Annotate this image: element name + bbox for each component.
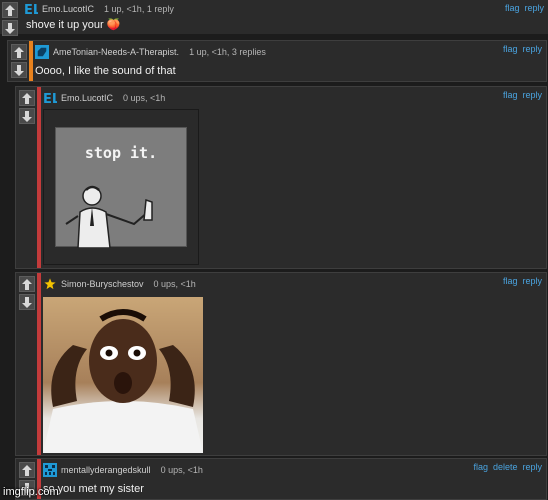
comment-stats: 0 ups, <1h [160, 465, 203, 475]
comment-3: EL Emo.LucotIC 0 ups, <1h stop it. flag … [15, 86, 547, 269]
reply-link[interactable]: reply [522, 462, 542, 472]
arrow-down-icon [22, 110, 32, 122]
comment-meta: EL Emo.LucotIC 1 up, <1h, 1 reply [24, 0, 548, 18]
comment-stats: 0 ups, <1h [123, 93, 166, 103]
imgflip-watermark: imgflip.com [3, 486, 59, 498]
svg-text:EL: EL [24, 3, 38, 16]
shocked-man-figure [43, 309, 203, 453]
comment-username[interactable]: AmeTonian-Needs-A-Therapist. [53, 47, 179, 57]
flag-link[interactable]: flag [503, 44, 518, 54]
stop-it-meme: stop it. [55, 127, 187, 248]
arrow-up-icon [22, 464, 32, 476]
vote-controls [0, 0, 20, 38]
reply-link[interactable]: reply [522, 90, 542, 100]
flag-link[interactable]: flag [503, 276, 518, 286]
upvote-button[interactable] [11, 44, 27, 60]
star-avatar-icon[interactable] [43, 277, 57, 291]
comment-meta: AmeTonian-Needs-A-Therapist. 1 up, <1h, … [35, 43, 546, 61]
thread-bar [29, 41, 33, 81]
downvote-button[interactable] [11, 62, 27, 78]
comment-text: Oooo, I like the sound of that [35, 65, 176, 77]
upvote-button[interactable] [19, 90, 35, 106]
delete-link[interactable]: delete [493, 462, 518, 472]
downvote-button[interactable] [19, 294, 35, 310]
comment-username[interactable]: mentallyderangedskull [61, 465, 151, 475]
reply-link[interactable]: reply [524, 3, 544, 13]
comment-text: shove it up your 🍑 [26, 19, 121, 31]
thread-bar [37, 87, 41, 268]
comment-5: mentallyderangedskull 0 ups, <1h so you … [15, 458, 547, 500]
comment-image[interactable] [43, 297, 203, 453]
comment-meta: mentallyderangedskull 0 ups, <1h [43, 461, 546, 479]
arrow-up-icon [14, 46, 24, 58]
comment-2: AmeTonian-Needs-A-Therapist. 1 up, <1h, … [7, 40, 547, 82]
comment-actions: flag reply [503, 44, 542, 54]
vote-controls [9, 42, 29, 80]
thread-bar [37, 273, 41, 455]
arrow-down-icon [5, 22, 15, 34]
skull-pixel-avatar[interactable] [43, 463, 57, 477]
comment-meta: EL Emo.LucotIC 0 ups, <1h [43, 89, 546, 107]
upvote-button[interactable] [19, 276, 35, 292]
comment-username[interactable]: Simon-Buryschestov [61, 279, 144, 289]
arrow-up-icon [5, 4, 15, 16]
comment-stats: 1 up, <1h, 1 reply [104, 4, 174, 14]
el-logo-avatar[interactable]: EL [43, 91, 57, 105]
arrow-up-icon [22, 92, 32, 104]
upvote-button[interactable] [2, 2, 18, 18]
comment-text: so you met my sister [43, 483, 144, 495]
flag-link[interactable]: flag [473, 462, 488, 472]
comment-username[interactable]: Emo.LucotIC [61, 93, 113, 103]
flag-link[interactable]: flag [503, 90, 518, 100]
arrow-down-icon [22, 296, 32, 308]
comment-username[interactable]: Emo.LucotIC [42, 4, 94, 14]
reply-link[interactable]: reply [522, 276, 542, 286]
downvote-button[interactable] [2, 20, 18, 36]
el-logo-avatar[interactable]: EL [24, 2, 38, 16]
svg-text:EL: EL [43, 92, 57, 105]
comment-actions: flag reply [503, 90, 542, 100]
man-gesturing-figure [65, 185, 153, 248]
avatar[interactable] [35, 45, 49, 59]
downvote-button[interactable] [19, 108, 35, 124]
vote-controls [17, 88, 37, 126]
comment-1: EL Emo.LucotIC 1 up, <1h, 1 reply shove … [0, 0, 548, 36]
comment-stats: 0 ups, <1h [153, 279, 196, 289]
vote-controls [17, 274, 37, 312]
comment-meta: Simon-Buryschestov 0 ups, <1h [43, 275, 546, 293]
arrow-up-icon [22, 278, 32, 290]
upvote-button[interactable] [19, 462, 35, 478]
arrow-down-icon [14, 64, 24, 76]
reply-link[interactable]: reply [522, 44, 542, 54]
comment-4: Simon-Buryschestov 0 ups, <1h flag reply [15, 272, 547, 456]
flag-link[interactable]: flag [505, 3, 520, 13]
comment-actions: flag delete reply [473, 462, 542, 472]
comment-actions: flag reply [503, 276, 542, 286]
comment-actions: flag reply [505, 3, 544, 13]
comment-image[interactable]: stop it. [43, 109, 199, 265]
comment-stats: 1 up, <1h, 3 replies [189, 47, 266, 57]
